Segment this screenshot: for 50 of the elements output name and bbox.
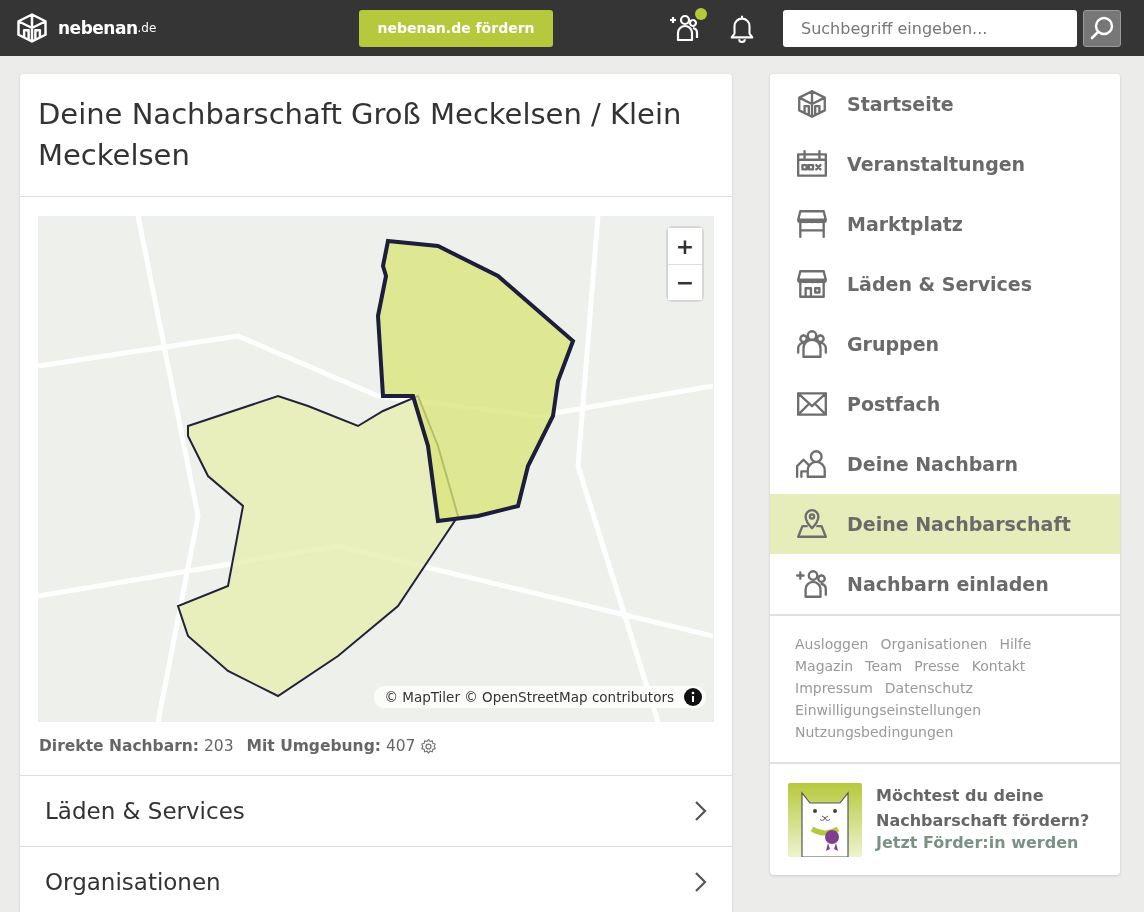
promo-question: Möchtest du deine Nachbarschaft fördern? (876, 785, 1091, 832)
nav-icon (795, 267, 829, 301)
footer-link[interactable]: Kontakt (971, 658, 1026, 674)
nav-item[interactable]: Deine Nachbarschaft (770, 494, 1120, 554)
attribution-text: © MapTiler © OpenStreetMap contributors (384, 689, 674, 705)
nav-item[interactable]: Läden & Services (770, 254, 1120, 314)
nav-icon (795, 567, 829, 601)
search-icon (1089, 15, 1115, 41)
footer-link[interactable]: Team (865, 658, 903, 674)
zoom-out-button[interactable]: − (668, 264, 702, 300)
footer-link[interactable]: Organisationen (880, 636, 988, 652)
section-label: Läden & Services (45, 798, 245, 824)
nav-item[interactable]: Veranstaltungen (770, 134, 1120, 194)
footer-link[interactable]: Datenschutz (884, 680, 973, 696)
settings-icon[interactable] (420, 737, 438, 755)
chevron-right-icon (694, 871, 708, 893)
page-title: Deine Nachbarschaft Groß Meckelsen / Klein Meckelsen (20, 74, 732, 197)
footer-link[interactable]: Nutzungsbedingungen (795, 724, 954, 740)
footer-link[interactable]: Magazin (795, 658, 854, 674)
map[interactable]: + − © MapTiler © OpenStreetMap contributors (38, 216, 714, 722)
nav-icon (795, 447, 829, 481)
footer-link[interactable]: Einwilligungseinstellungen (795, 702, 982, 718)
footer-link[interactable]: Impressum (795, 680, 873, 696)
nav-item[interactable]: Postfach (770, 374, 1120, 434)
neighbor-count: Mit Umgebung: 407 (246, 737, 416, 755)
nav-item[interactable]: Marktplatz (770, 194, 1120, 254)
search-button[interactable] (1083, 9, 1121, 47)
footer-link[interactable]: Hilfe (999, 636, 1032, 652)
invite-neighbors-icon[interactable] (667, 12, 701, 44)
logo-icon (14, 10, 50, 46)
logo-suffix: .de (137, 21, 157, 35)
info-icon[interactable] (684, 688, 702, 706)
become-supporter-link[interactable]: Jetzt Förder:in werden (876, 833, 1102, 852)
neighbor-count: Direkte Nachbarn: 203 (39, 737, 234, 755)
nav-item[interactable]: Startseite (770, 74, 1120, 134)
section-row[interactable]: Läden & Services (20, 776, 732, 847)
chevron-right-icon (694, 800, 708, 822)
nav-item[interactable]: Nachbarn einladen (770, 554, 1120, 614)
nav-item[interactable]: Deine Nachbarn (770, 434, 1120, 494)
nav-icon (795, 327, 829, 361)
section-label: Organisationen (45, 869, 221, 895)
nav-icon (795, 507, 829, 541)
nav-icon (795, 87, 829, 121)
section-row[interactable]: Organisationen (20, 847, 732, 912)
footer-link[interactable]: Presse (914, 658, 960, 674)
search-field[interactable]: Suchbegriff eingeben... (783, 9, 1077, 47)
logo-text: nebenan (58, 18, 138, 38)
nav-icon (795, 207, 829, 241)
footer-link[interactable]: Ausloggen (795, 636, 869, 652)
nav-item[interactable]: Gruppen (770, 314, 1120, 374)
